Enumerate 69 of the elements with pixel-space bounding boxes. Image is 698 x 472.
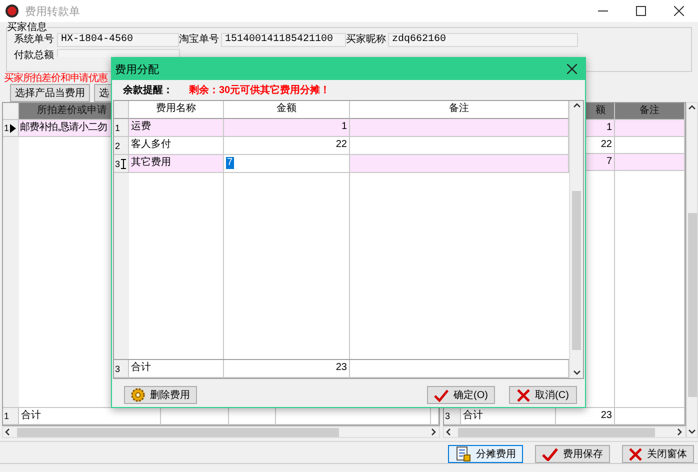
cross-icon bbox=[629, 448, 642, 460]
column-header[interactable]: 费用名称 bbox=[129, 101, 224, 119]
table-cell bbox=[615, 154, 685, 171]
horizontal-scrollbar[interactable] bbox=[2, 426, 440, 438]
dialog-title: 费用分配 bbox=[115, 62, 159, 76]
table-cell: 邮费补拍,恳请小二勿 bbox=[19, 120, 111, 137]
column-header[interactable]: 备注 bbox=[350, 101, 569, 119]
reminder-label: 余款提醒： bbox=[123, 84, 173, 97]
table-cell: 23 bbox=[556, 408, 615, 425]
input-field[interactable]: zdq662160 bbox=[388, 33, 578, 47]
field-label: 淘宝单号 bbox=[179, 33, 220, 47]
column-header[interactable]: 金额 bbox=[224, 101, 350, 119]
header-corner bbox=[114, 101, 129, 119]
field-label: 买家昵称 bbox=[346, 33, 387, 47]
table-cell: 1 bbox=[224, 119, 350, 137]
maximize-icon[interactable] bbox=[636, 6, 646, 16]
input-field[interactable]: 151400141185421100 bbox=[221, 33, 346, 47]
document-icon bbox=[455, 446, 471, 462]
vertical-scrollbar[interactable] bbox=[569, 101, 583, 378]
select-button[interactable]: 选择产品当费用 bbox=[10, 84, 90, 102]
table-cell: 22 bbox=[587, 137, 615, 154]
table-cell bbox=[615, 120, 685, 137]
input-field[interactable] bbox=[57, 49, 180, 57]
input-field[interactable]: HX-1804-4560 bbox=[57, 33, 179, 47]
app-icon bbox=[5, 4, 19, 18]
column-header[interactable]: 备注 bbox=[615, 103, 685, 120]
table-cell: 1 bbox=[587, 120, 615, 137]
check-icon bbox=[434, 388, 449, 402]
save-button[interactable]: 费用保存 bbox=[535, 445, 610, 463]
close-window-button[interactable]: 关闭窗体 bbox=[622, 445, 694, 463]
section-title: 买家所拍差价和申请优惠 bbox=[4, 73, 108, 84]
row-header: 3 bbox=[444, 408, 461, 425]
input-field[interactable]: 7 bbox=[226, 157, 234, 169]
window-title: 费用转款单 bbox=[25, 4, 81, 18]
text-cursor-icon bbox=[121, 158, 126, 168]
vertical-scrollbar[interactable] bbox=[686, 102, 698, 438]
confirm-button[interactable]: 确定(O) bbox=[427, 386, 495, 404]
total-label: 合计 bbox=[129, 360, 224, 378]
row-header: 1 bbox=[3, 408, 19, 425]
delete-cost-button[interactable]: 删除费用 bbox=[124, 386, 197, 404]
column-header[interactable]: 所拍差价或申请 bbox=[19, 103, 111, 120]
table-cell: 23 bbox=[224, 360, 350, 378]
table-cell: 客人多付 bbox=[129, 137, 224, 155]
total-label: 合计 bbox=[19, 408, 161, 425]
check-icon bbox=[542, 448, 558, 460]
total-label: 合计 bbox=[461, 408, 556, 425]
row-header: 3 bbox=[114, 360, 129, 378]
row-header[interactable]: 2 bbox=[114, 137, 129, 155]
column-header[interactable]: 额 bbox=[587, 103, 615, 120]
table-cell: 运费 bbox=[129, 119, 224, 137]
reminder-message: 剩余：30元可供其它费用分摊！ bbox=[189, 83, 330, 97]
close-icon[interactable] bbox=[674, 6, 684, 16]
row-pointer-icon bbox=[10, 124, 16, 132]
group-title: 买家信息 bbox=[7, 22, 47, 33]
horizontal-scrollbar[interactable] bbox=[443, 426, 686, 438]
close-icon[interactable] bbox=[567, 64, 577, 74]
gear-icon bbox=[131, 388, 145, 402]
cross-icon bbox=[517, 388, 530, 402]
table-cell: 其它费用 bbox=[129, 155, 224, 173]
cancel-button[interactable]: 取消(C) bbox=[509, 386, 577, 404]
row-header[interactable]: 3 bbox=[114, 155, 129, 173]
table-cell: 7 bbox=[587, 154, 615, 171]
row-header[interactable]: 1 bbox=[114, 119, 129, 137]
split-cost-button[interactable]: 分摊费用 bbox=[448, 445, 523, 463]
field-label: 系统单号 bbox=[13, 33, 55, 47]
header-corner bbox=[3, 103, 19, 120]
row-header[interactable]: 1 bbox=[3, 120, 19, 137]
table-cell: 22 bbox=[224, 137, 350, 155]
field-label: 付款总额 bbox=[13, 49, 55, 63]
